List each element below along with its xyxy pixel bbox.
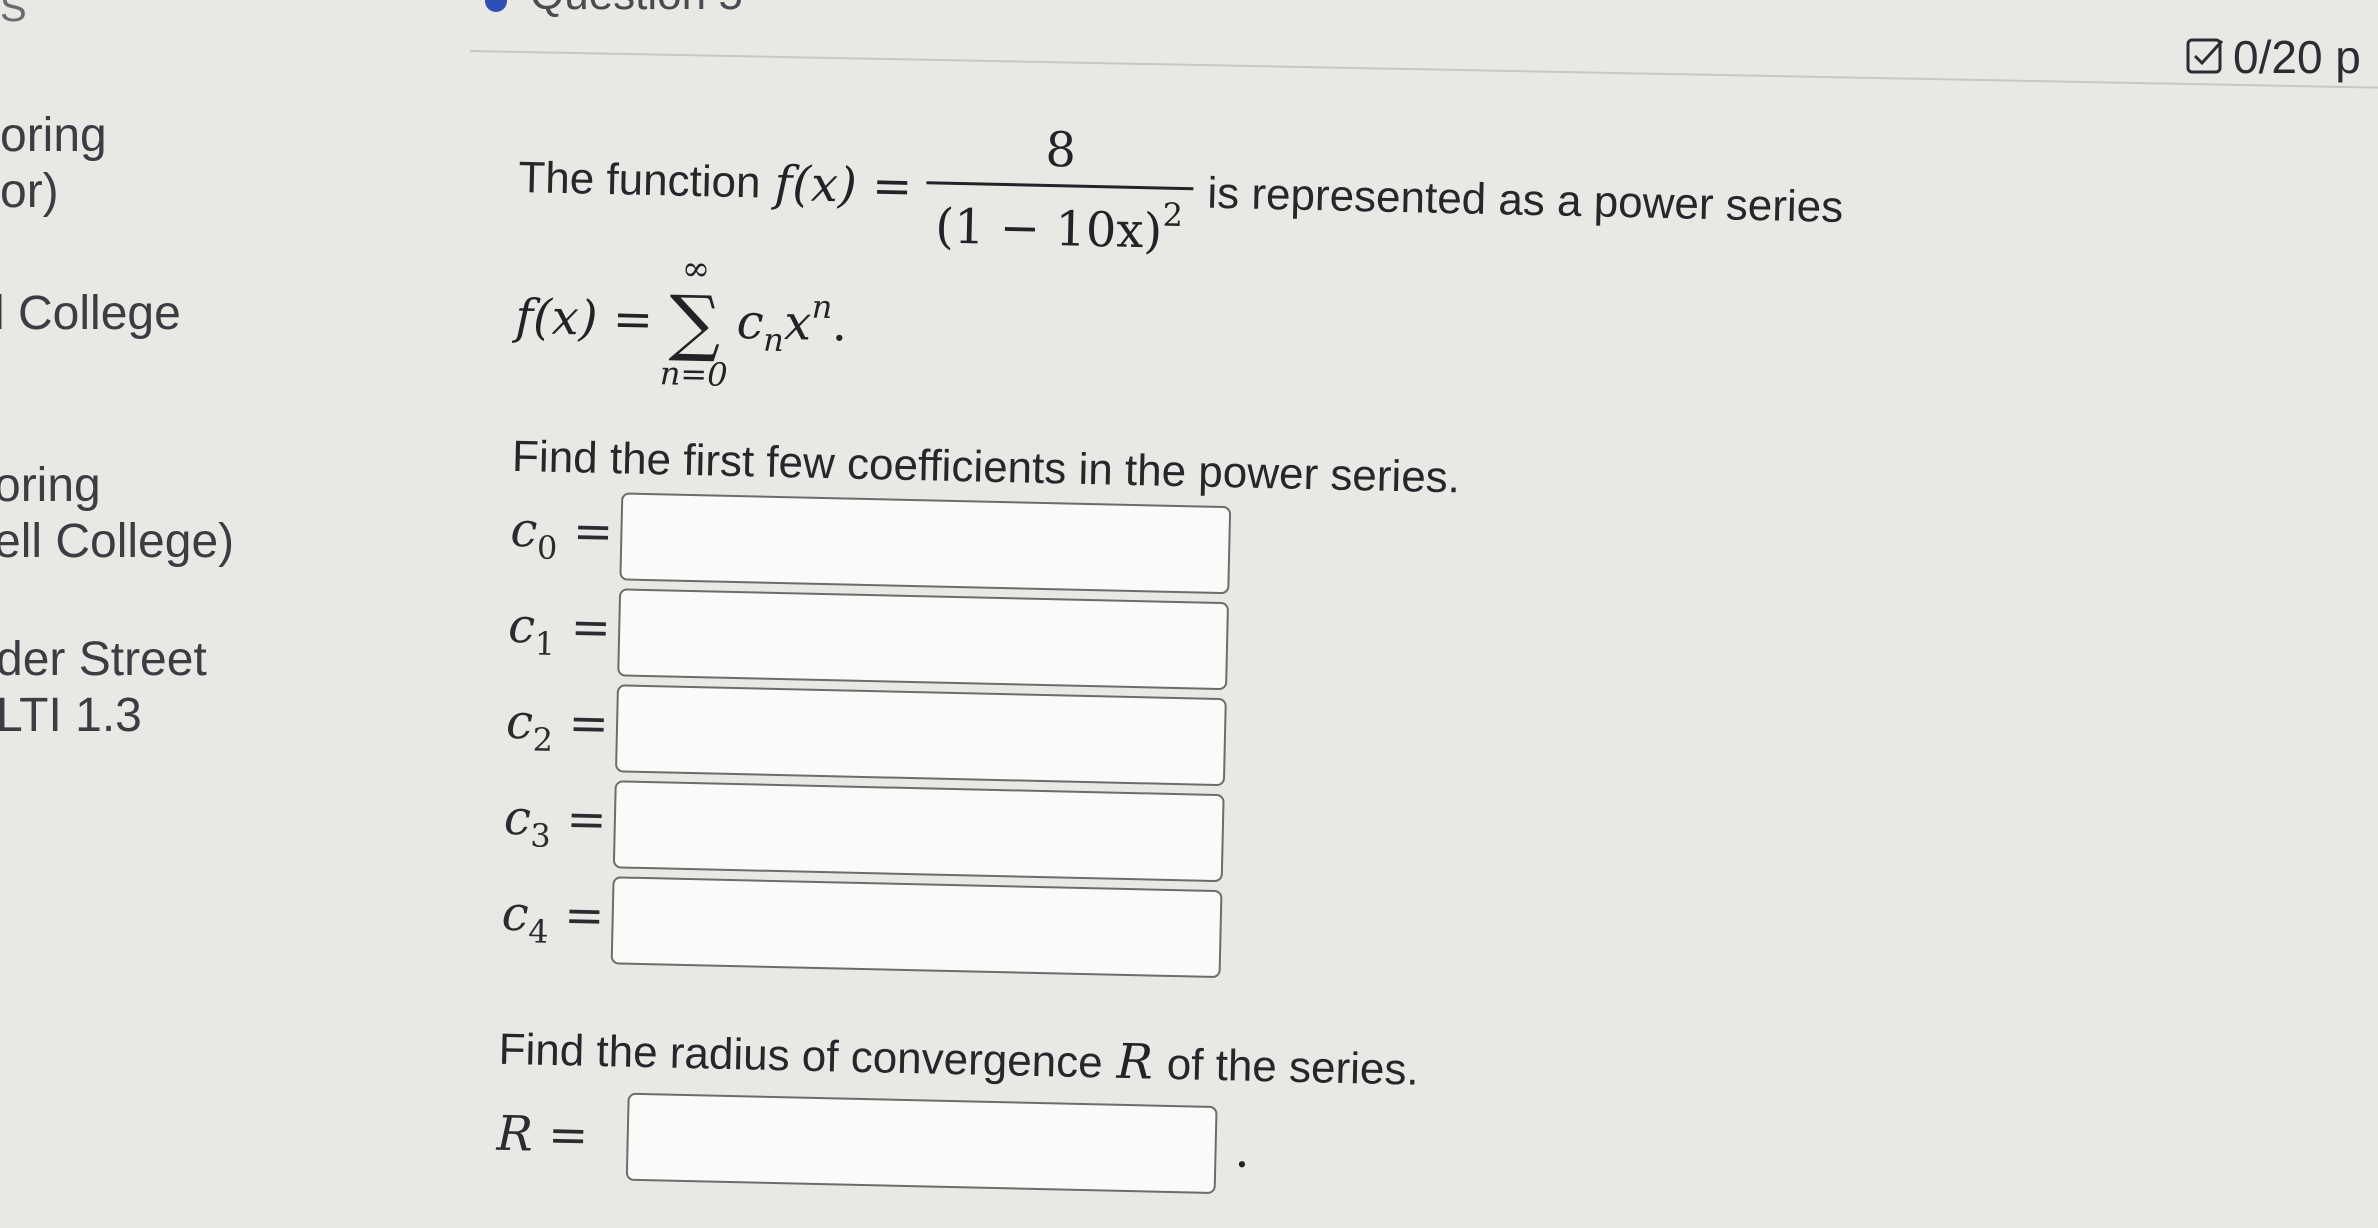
coefficient-row-c3: c3 = (503, 778, 1225, 883)
sidebar-item-4[interactable]: der Street LTI 1.3 (0, 636, 207, 740)
c1-letter: c (507, 597, 536, 655)
c4-subscript: 4 (527, 912, 550, 951)
term-c: c (736, 293, 765, 351)
series-end-period: . (831, 296, 848, 353)
sidebar-item-3-line2: ell College) (0, 515, 235, 568)
c3-subscript: 3 (530, 816, 552, 855)
c0-equals: = (557, 502, 614, 561)
sidebar-item-1[interactable]: oring or) (0, 112, 107, 216)
denominator-base: (1 − 10x) (934, 198, 1163, 260)
c3-label: c3 = (503, 790, 614, 856)
question-status-dot (485, 0, 507, 12)
c4-label: c4 = (501, 886, 612, 952)
radius-prompt-suffix: of the series. (1166, 1039, 1420, 1095)
radius-prompt-prefix: Find the radius of convergence (498, 1024, 1104, 1088)
term-x: x (783, 295, 812, 352)
denominator-exponent: 2 (1162, 195, 1184, 235)
question-body: The function f(x) = 8 (1 − 10x)2 is repr… (495, 110, 2219, 1228)
c2-label: c2 = (505, 694, 616, 760)
c1-answer-input[interactable] (617, 588, 1230, 691)
function-fraction: 8 (1 − 10x)2 (924, 119, 1195, 261)
radius-prompt: Find the radius of convergence R of the … (498, 1020, 1419, 1097)
c1-subscript: 1 (534, 624, 556, 663)
intro-prefix: The function (517, 152, 762, 207)
c4-letter: c (501, 885, 530, 943)
c4-equals: = (548, 886, 606, 945)
radius-end-period: . (1233, 1122, 1251, 1179)
c4-answer-input[interactable] (610, 876, 1223, 979)
c0-letter: c (509, 501, 538, 559)
course-sidebar: S oring or) l College oring ell College)… (0, 0, 300, 1189)
radius-label: R = (496, 1105, 590, 1164)
sidebar-item-3-line1: oring (0, 459, 101, 512)
c2-answer-input[interactable] (614, 684, 1227, 787)
points-label: 0/20 p (2233, 31, 2361, 83)
header-divider (469, 50, 2378, 89)
fraction-denominator: (1 − 10x)2 (924, 181, 1194, 261)
series-lhs: f(x) = (514, 288, 654, 349)
coefficient-row-c4: c4 = (501, 874, 1223, 979)
sidebar-item-2-line1: l College (0, 287, 181, 340)
c2-equals: = (552, 694, 610, 753)
radius-symbol: R (1116, 1033, 1154, 1091)
question-title: Question 5 (530, 0, 743, 20)
c0-label: c0 = (510, 502, 621, 568)
sum-lower-limit: n=0 (659, 354, 729, 394)
sidebar-item-1-line1: oring (0, 109, 107, 162)
c0-subscript: 0 (536, 528, 558, 567)
radius-row: R = . (496, 1090, 1251, 1195)
coefficient-row-c2: c2 = (505, 682, 1227, 787)
checkbox-check-icon (2186, 38, 2224, 74)
c1-equals: = (554, 598, 612, 657)
f-of-x: f(x) = (773, 155, 913, 215)
function-statement: The function f(x) = 8 (1 − 10x)2 is repr… (517, 110, 1845, 275)
sidebar-item-1-line2: or) (0, 165, 59, 218)
c3-equals: = (550, 790, 608, 849)
intro-suffix: is represented as a power series (1206, 168, 1844, 232)
points-indicator: 0/20 p (2185, 30, 2361, 84)
sum-sigma-symbol: ∑ (668, 279, 722, 365)
sidebar-item-2[interactable]: l College (0, 290, 181, 338)
c3-answer-input[interactable] (612, 780, 1225, 883)
c2-subscript: 2 (532, 720, 554, 759)
c3-letter: c (503, 789, 532, 847)
coefficient-row-c1: c1 = (507, 586, 1230, 691)
term-c-subscript: n (762, 320, 785, 360)
sidebar-top-letter: S (0, 0, 27, 30)
radius-answer-input[interactable] (625, 1092, 1218, 1195)
sidebar-item-3[interactable]: oring ell College) (0, 462, 234, 566)
c2-letter: c (505, 693, 534, 751)
sidebar-item-4-line1: der Street (0, 633, 207, 686)
coefficient-row-c0: c0 = (509, 490, 1232, 595)
fraction-numerator: 8 (1044, 121, 1077, 179)
power-series-expression: f(x) = ∞ ∑ n=0 cnxn . (514, 248, 849, 394)
c1-label: c1 = (507, 598, 618, 664)
c0-answer-input[interactable] (619, 492, 1232, 595)
term-x-exponent: n (811, 287, 833, 327)
series-term: cnxn (736, 286, 833, 360)
sidebar-item-4-line2: LTI 1.3 (0, 689, 142, 742)
summation: ∞ ∑ n=0 (659, 249, 730, 394)
